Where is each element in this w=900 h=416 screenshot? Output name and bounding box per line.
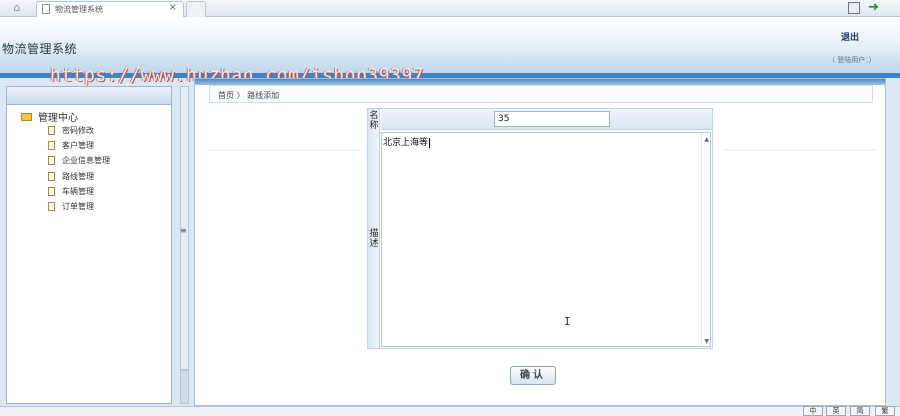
sidebar-item-customers[interactable]: 客户管理 <box>48 140 94 151</box>
page-tools-icon[interactable] <box>848 2 860 14</box>
sidebar-item-label: 客户管理 <box>62 141 94 150</box>
logout-link[interactable]: 退出 <box>841 30 859 43</box>
background-line <box>725 149 875 151</box>
sidebar-item-label: 密码修改 <box>62 126 94 135</box>
description-label: 描述 <box>369 229 379 249</box>
description-textarea[interactable]: 北京上海等 ▲ ▼ I <box>381 132 711 347</box>
document-icon <box>48 172 55 181</box>
new-tab-button[interactable] <box>186 1 206 17</box>
sidebar-splitter-lower[interactable] <box>180 370 189 404</box>
sidebar-item-label: 路线管理 <box>62 172 94 181</box>
page-icon <box>42 4 50 14</box>
close-icon[interactable]: × <box>169 2 177 13</box>
ibeam-cursor-icon: I <box>564 315 571 328</box>
scroll-up-icon[interactable]: ▲ <box>704 136 709 143</box>
document-icon <box>48 141 55 150</box>
splitter-grip-icon[interactable]: ≡ <box>180 226 187 235</box>
sidebar-item-vehicles[interactable]: 车辆管理 <box>48 186 94 197</box>
document-icon <box>48 156 55 165</box>
browser-tab[interactable]: 物流管理系统 × <box>36 1 184 17</box>
name-row <box>381 109 712 130</box>
scroll-down-icon[interactable]: ▼ <box>704 338 709 345</box>
tree-root-label: 管理中心 <box>38 113 78 124</box>
main-panel: 首页 〉 路线添加 名称 描述 北京上海等 ▲ ▼ I 确认 <box>194 78 886 406</box>
ime-traditional-button[interactable]: 繁 <box>875 406 895 416</box>
description-value: 北京上海等 <box>383 138 429 148</box>
status-bar <box>0 406 900 416</box>
sidebar-item-label: 车辆管理 <box>62 187 94 196</box>
app-title: 物流管理系统 <box>2 42 78 56</box>
tab-title: 物流管理系统 <box>55 5 103 14</box>
sidebar: 管理中心 密码修改 客户管理 企业信息管理 路线管理 车辆管理 订单管理 <box>6 86 172 404</box>
breadcrumb: 首页 〉 路线添加 <box>209 85 873 103</box>
confirm-button[interactable]: 确认 <box>510 366 556 385</box>
document-icon <box>48 187 55 196</box>
welcome-text: （ 登陆用户：） <box>828 56 876 64</box>
sidebar-item-orders[interactable]: 订单管理 <box>48 201 94 212</box>
sidebar-item-label: 企业信息管理 <box>62 156 110 165</box>
background-line <box>209 149 359 151</box>
sidebar-item-label: 订单管理 <box>62 202 94 211</box>
text-caret <box>429 137 431 148</box>
name-label: 名称 <box>369 111 379 131</box>
label-column: 名称 描述 <box>368 109 380 348</box>
sidebar-item-password[interactable]: 密码修改 <box>48 125 94 136</box>
browser-tab-bar: ⌂ 物流管理系统 × ➜ <box>0 0 900 17</box>
folder-open-icon <box>21 112 32 121</box>
document-icon <box>48 126 55 135</box>
route-form: 名称 描述 北京上海等 ▲ ▼ I <box>367 108 713 349</box>
description-text: 北京上海等 <box>383 135 431 148</box>
tree-root[interactable]: 管理中心 <box>21 109 78 124</box>
textarea-scrollbar[interactable] <box>701 134 709 345</box>
name-input[interactable] <box>494 111 610 127</box>
ime-simplified-button[interactable]: 简 <box>850 406 870 416</box>
ime-chinese-button[interactable]: 中 <box>803 406 823 416</box>
document-icon <box>48 202 55 211</box>
sidebar-item-routes[interactable]: 路线管理 <box>48 171 94 182</box>
back-arrow-icon[interactable]: ➜ <box>868 0 879 15</box>
home-icon[interactable]: ⌂ <box>6 1 28 15</box>
sidebar-header <box>7 87 171 105</box>
sidebar-item-company[interactable]: 企业信息管理 <box>48 155 110 166</box>
ime-english-button[interactable]: 英 <box>826 406 846 416</box>
